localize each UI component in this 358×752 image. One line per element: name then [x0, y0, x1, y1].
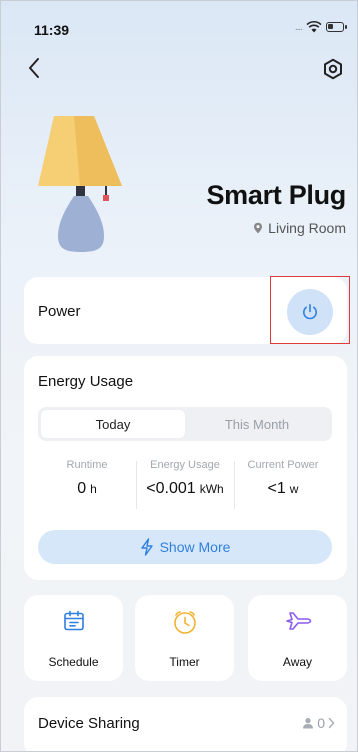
away-button[interactable]: Away [248, 595, 347, 681]
stat-label: Runtime [66, 459, 108, 471]
user-icon [303, 718, 314, 729]
lightning-icon [140, 538, 153, 556]
device-room[interactable]: Living Room [253, 220, 346, 236]
power-label: Power [38, 303, 81, 320]
signal-dots: .... [294, 21, 303, 33]
back-button[interactable] [22, 55, 46, 81]
status-bar: 11:39 .... [0, 0, 358, 52]
stat-value: <0.001 kWh [136, 480, 234, 498]
energy-usage-card: Energy Usage Today This Month Runtime 0h… [24, 356, 347, 580]
tab-this-month[interactable]: This Month [185, 410, 329, 438]
show-more-label: Show More [159, 539, 231, 555]
away-icon-wrap [248, 609, 347, 633]
stat-runtime: Runtime 0h [38, 459, 136, 515]
stat-unit: h [90, 482, 97, 496]
energy-usage-title: Energy Usage [38, 373, 134, 390]
stat-energy-usage: Energy Usage <0.001 kWh [136, 459, 234, 515]
device-sharing-row[interactable]: Device Sharing 0 [24, 697, 347, 752]
chevron-left-icon [29, 58, 39, 78]
energy-period-tabs: Today This Month [38, 407, 332, 441]
stat-label: Current Power [247, 459, 319, 471]
schedule-label: Schedule [48, 655, 99, 669]
stat-label: Energy Usage [150, 459, 220, 471]
sharing-count-value: 0 [317, 715, 325, 731]
timer-icon-wrap [135, 609, 234, 635]
settings-icon [324, 58, 342, 80]
stat-unit: w [289, 482, 299, 496]
wifi-icon [306, 20, 322, 33]
show-more-button[interactable]: Show More [38, 530, 332, 564]
stat-current-power: Current Power <1 w [234, 459, 332, 515]
schedule-icon-wrap [24, 609, 123, 633]
schedule-button[interactable]: Schedule [24, 595, 123, 681]
power-highlight-box [270, 276, 350, 344]
stat-number: <0.001 [146, 480, 196, 497]
location-pin-icon [254, 222, 263, 234]
airplane-icon [285, 612, 311, 630]
clock-icon [173, 611, 196, 634]
settings-button[interactable] [320, 56, 346, 82]
stat-number: <1 [267, 480, 286, 497]
status-icons: .... [294, 20, 347, 34]
sharing-count: 0 [302, 715, 335, 731]
energy-stats: Runtime 0h Energy Usage <0.001 kWh Curren… [38, 459, 332, 515]
device-room-label: Living Room [268, 220, 346, 236]
tab-today[interactable]: Today [41, 410, 185, 438]
timer-button[interactable]: Timer [135, 595, 234, 681]
chevron-right-icon [328, 717, 335, 729]
away-label: Away [282, 655, 313, 669]
stat-value: 0h [38, 480, 136, 498]
device-name: Smart Plug [206, 180, 346, 210]
stat-value: <1 w [234, 480, 332, 498]
device-sharing-label: Device Sharing [38, 715, 140, 732]
calendar-icon [63, 610, 84, 631]
battery-icon [326, 22, 347, 32]
stat-number: 0 [77, 480, 87, 497]
stat-unit: kWh [199, 482, 224, 496]
lamp-illustration [38, 116, 122, 252]
timer-label: Timer [169, 655, 200, 669]
status-time: 11:39 [34, 22, 70, 38]
